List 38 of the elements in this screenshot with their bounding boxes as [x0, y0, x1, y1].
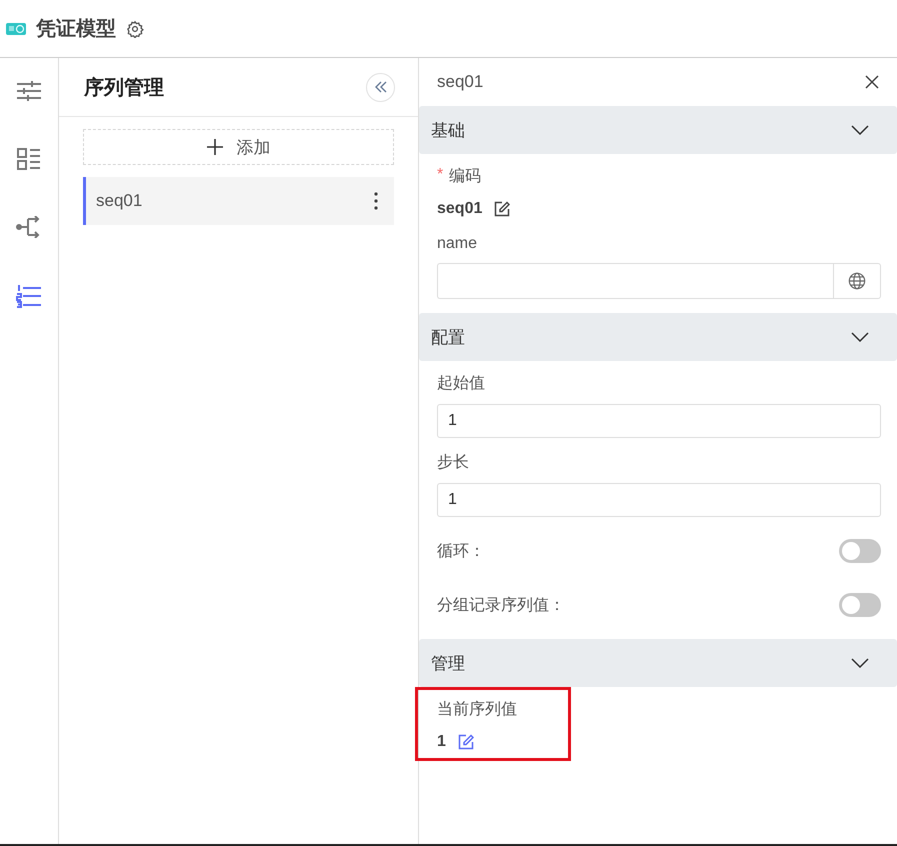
close-icon[interactable]	[865, 75, 879, 89]
panel-title: 序列管理	[84, 76, 164, 100]
numbered-list-icon[interactable]	[16, 284, 42, 308]
input-field[interactable]: 1	[437, 404, 881, 438]
field-label: 起始值	[437, 374, 485, 394]
field-label: 分组记录序列值：	[437, 596, 565, 616]
field-value: 1	[437, 733, 446, 751]
more-icon[interactable]	[374, 192, 378, 210]
input-field[interactable]	[437, 263, 833, 299]
section-header[interactable]: 管理	[419, 639, 897, 687]
detail-title: seq01	[437, 72, 484, 92]
edit-icon[interactable]	[458, 734, 474, 750]
sliders-icon[interactable]	[16, 80, 42, 102]
field-label: 编码	[449, 166, 482, 187]
list-layout-icon[interactable]	[17, 148, 41, 170]
model-logo-icon	[6, 20, 26, 36]
section-header[interactable]: 配置	[419, 313, 897, 361]
field-label: name	[437, 235, 478, 253]
page-title: 凭证模型	[36, 17, 116, 42]
double-chevron-left-icon	[374, 80, 388, 94]
field-value: seq01	[437, 200, 482, 218]
language-button[interactable]	[833, 263, 881, 299]
sequence-item[interactable]: seq01	[83, 177, 394, 225]
edit-icon[interactable]	[494, 201, 510, 217]
add-button[interactable]: 添加	[83, 129, 394, 165]
field-label: 循环：	[437, 542, 485, 562]
toggle-switch[interactable]	[839, 593, 881, 617]
collapse-button[interactable]	[366, 72, 395, 102]
globe-icon	[848, 272, 866, 290]
field-label: 当前序列值	[437, 700, 517, 720]
section-header[interactable]: 基础	[419, 106, 897, 154]
plus-icon	[206, 139, 222, 155]
required-mark: *	[437, 166, 444, 185]
input-field[interactable]: 1	[437, 483, 881, 517]
branch-arrows-icon[interactable]	[16, 216, 42, 238]
toggle-switch[interactable]	[839, 539, 881, 563]
field-label: 步长	[437, 452, 469, 473]
settings-icon[interactable]	[126, 20, 144, 38]
